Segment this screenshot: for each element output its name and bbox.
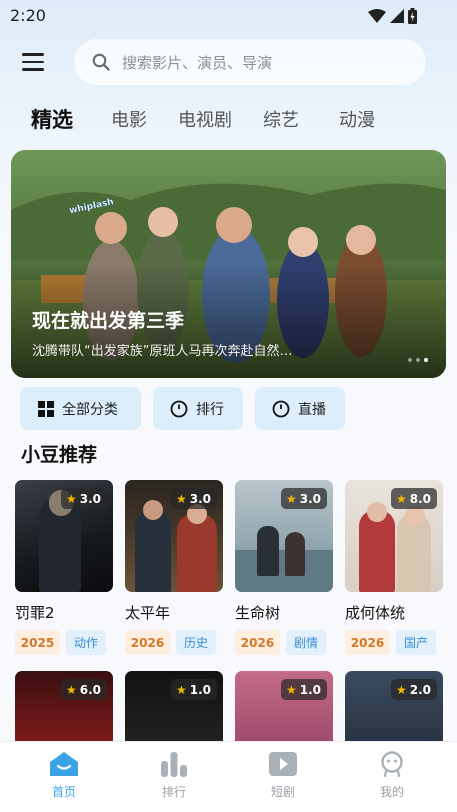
status-time: 2:20 bbox=[10, 6, 46, 25]
profile-icon bbox=[381, 751, 403, 777]
status-bar: 2:20 bbox=[0, 0, 457, 32]
year-tag: 2026 bbox=[235, 630, 280, 655]
movie-card[interactable]: ★ 3.0 罚罪2 2025 动作 bbox=[15, 480, 113, 655]
featured-banner[interactable]: whiplash 现在就出发第三季 沈腾带队“出发家族”原班人马再次奔赴自然… bbox=[11, 150, 446, 378]
tab-anime[interactable]: 动漫 bbox=[339, 106, 375, 132]
status-icons bbox=[368, 8, 417, 24]
genre-tag: 历史 bbox=[176, 630, 216, 655]
bottom-nav: 首页 排行 短剧 我的 bbox=[0, 741, 457, 812]
rating-badge: ★ 2.0 bbox=[390, 679, 437, 700]
search-icon bbox=[92, 53, 110, 71]
signal-icon bbox=[390, 9, 404, 23]
battery-icon bbox=[408, 8, 417, 24]
hamburger-line bbox=[22, 60, 44, 64]
nav-profile[interactable]: 我的 bbox=[352, 742, 432, 812]
ranking-button[interactable]: 排行 bbox=[153, 387, 243, 430]
star-icon: ★ bbox=[65, 491, 77, 506]
clock-icon bbox=[170, 400, 188, 417]
year-tag: 2026 bbox=[125, 630, 170, 655]
nav-label: 短剧 bbox=[270, 785, 295, 799]
pagination-dot bbox=[416, 358, 420, 362]
genre-tag: 国产 bbox=[396, 630, 436, 655]
play-icon bbox=[269, 752, 297, 776]
banner-title: 现在就出发第三季 bbox=[32, 310, 185, 332]
banner-pagination bbox=[408, 358, 428, 362]
all-categories-label: 全部分类 bbox=[62, 401, 118, 418]
bar-chart-icon bbox=[161, 752, 187, 777]
year-tag: 2025 bbox=[15, 630, 60, 655]
rating-badge: ★ 3.0 bbox=[280, 488, 327, 509]
nav-short-drama[interactable]: 短剧 bbox=[243, 742, 323, 812]
category-tabs: 精选 电影 电视剧 综艺 动漫 bbox=[0, 106, 457, 140]
movie-title: 成何体统 bbox=[345, 604, 406, 622]
tab-variety[interactable]: 综艺 bbox=[263, 106, 299, 132]
rating-badge: ★ 3.0 bbox=[60, 488, 107, 509]
movie-title: 太平年 bbox=[125, 604, 171, 622]
search-input[interactable]: 搜索影片、演员、导演 bbox=[74, 39, 426, 85]
nav-label: 我的 bbox=[379, 785, 404, 799]
search-placeholder: 搜索影片、演员、导演 bbox=[122, 53, 273, 72]
poster-image: ★ 3.0 bbox=[235, 480, 333, 592]
movie-card[interactable]: ★ 3.0 生命树 2026 剧情 bbox=[235, 480, 333, 655]
rating-badge: ★ 1.0 bbox=[170, 679, 217, 700]
year-tag: 2026 bbox=[345, 630, 390, 655]
rating-badge: ★ 6.0 bbox=[60, 679, 107, 700]
tab-featured[interactable]: 精选 bbox=[31, 104, 73, 134]
star-icon: ★ bbox=[285, 682, 297, 697]
all-categories-button[interactable]: 全部分类 bbox=[20, 387, 141, 430]
rating-badge: ★ 1.0 bbox=[280, 679, 327, 700]
nav-ranking[interactable]: 排行 bbox=[134, 742, 214, 812]
hamburger-line bbox=[22, 68, 44, 71]
pagination-dot-active bbox=[424, 358, 428, 362]
star-icon: ★ bbox=[285, 491, 297, 506]
nav-home[interactable]: 首页 bbox=[24, 742, 104, 812]
grid-icon bbox=[38, 400, 54, 417]
movie-card[interactable]: ★ 8.0 成何体统 2026 国产 bbox=[345, 480, 443, 655]
menu-button[interactable] bbox=[22, 48, 54, 76]
nav-label: 排行 bbox=[161, 785, 186, 799]
movie-title: 罚罪2 bbox=[15, 604, 55, 622]
star-icon: ★ bbox=[395, 682, 407, 697]
star-icon: ★ bbox=[175, 491, 187, 506]
nav-label: 首页 bbox=[51, 785, 76, 799]
poster-image: ★ 3.0 bbox=[15, 480, 113, 592]
rating-badge: ★ 8.0 bbox=[390, 488, 437, 509]
poster-image: ★ 8.0 bbox=[345, 480, 443, 592]
hamburger-line bbox=[22, 53, 44, 56]
banner-subtitle: 沈腾带队“出发家族”原班人马再次奔赴自然… bbox=[32, 344, 293, 359]
live-button[interactable]: 直播 bbox=[255, 387, 345, 430]
star-icon: ★ bbox=[175, 682, 187, 697]
tab-tv-series[interactable]: 电视剧 bbox=[178, 106, 232, 132]
star-icon: ★ bbox=[65, 682, 77, 697]
pagination-dot bbox=[408, 358, 412, 362]
movie-title: 生命树 bbox=[235, 604, 281, 622]
genre-tag: 动作 bbox=[66, 630, 106, 655]
home-icon bbox=[50, 752, 78, 776]
wifi-icon bbox=[368, 9, 386, 23]
clock-icon bbox=[272, 400, 290, 417]
movie-card[interactable]: ★ 3.0 太平年 2026 历史 bbox=[125, 480, 223, 655]
live-label: 直播 bbox=[298, 401, 326, 418]
poster-image: ★ 3.0 bbox=[125, 480, 223, 592]
genre-tag: 剧情 bbox=[286, 630, 326, 655]
ranking-label: 排行 bbox=[196, 401, 224, 418]
star-icon: ★ bbox=[395, 491, 407, 506]
section-title: 小豆推荐 bbox=[21, 444, 98, 466]
rating-badge: ★ 3.0 bbox=[170, 488, 217, 509]
tab-movies[interactable]: 电影 bbox=[111, 106, 147, 132]
